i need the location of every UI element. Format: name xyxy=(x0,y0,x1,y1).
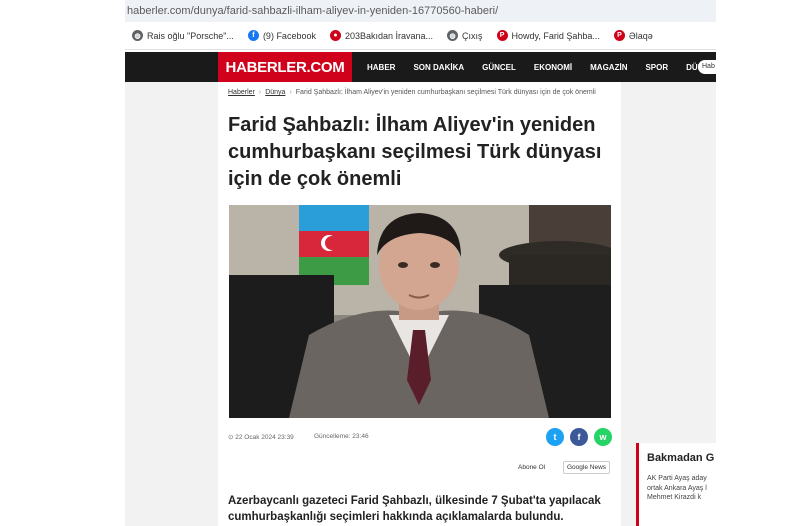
breadcrumb-home[interactable]: Haberler xyxy=(228,89,255,96)
url-text[interactable]: haberler.com/dunya/farid-sahbazli-ilham-… xyxy=(127,5,498,17)
nav-item[interactable]: SPOR xyxy=(636,63,677,72)
whatsapp-icon: w xyxy=(599,432,607,442)
twitter-icon: t xyxy=(553,432,557,442)
sidebar-news-list[interactable]: AK Parti Ayaş aday ortak Ankara Ayaş l M… xyxy=(647,474,707,503)
nav-item[interactable]: GÜNCEL xyxy=(473,63,525,72)
site-logo[interactable]: HABERLER.COM xyxy=(218,52,352,82)
twitter-share-button[interactable]: t xyxy=(546,428,564,446)
bookmark-item[interactable]: P Howdy, Farid Şahba... xyxy=(496,30,600,41)
bookmark-item[interactable]: f (9) Facebook xyxy=(247,30,316,41)
wordpress-icon: P xyxy=(496,30,508,41)
article-container: Haberler › Dünya › Farid Şahbazlı: İlham Ali… xyxy=(218,82,621,526)
update-time: Güncelleme: 23:46 xyxy=(314,433,369,440)
bookmark-label: Rais oğlu "Porsche"... xyxy=(147,30,234,41)
main-nav: HABERSON DAKİKAGÜNCELEKONOMİMAGAZİNSPORD… xyxy=(358,52,716,82)
nav-item[interactable]: HABER xyxy=(358,63,404,72)
globe-icon: ◍ xyxy=(447,30,459,41)
site-header: HABERLER.COM HABER SON DAKİKA GÜNCEL EKONOM… xyxy=(125,52,716,82)
globe-icon: ◍ xyxy=(132,30,143,41)
breadcrumb-current: Farid Şahbazlı: İlham Aliyev'in yeniden … xyxy=(295,89,596,96)
bookmark-item[interactable]: ◍ Rais oğlu "Porsche"... xyxy=(132,30,234,41)
news-icon: ● xyxy=(329,30,341,41)
sidebar-title: Bakmadan G xyxy=(647,452,715,464)
bookmark-label: (9) Facebook xyxy=(262,30,316,41)
article-photo xyxy=(229,205,611,418)
nav-item[interactable]: SON DAKİKA xyxy=(404,63,473,72)
search-input[interactable]: Hab xyxy=(698,60,716,74)
bookmark-item[interactable]: P Əlaqə xyxy=(613,30,653,41)
bookmark-label: 203Bakıdan İravana... xyxy=(344,30,434,41)
sidebar-news-line[interactable]: AK Parti Ayaş aday xyxy=(647,474,707,484)
publish-date: ⊙ 22 Ocak 2024 23:39 xyxy=(228,434,294,441)
wordpress-icon: P xyxy=(613,30,625,41)
address-bar[interactable]: haberler.com/dunya/farid-sahbazli-ilham-… xyxy=(125,0,716,22)
bookmark-label: Howdy, Farid Şahba... xyxy=(511,30,600,41)
article-title: Farid Şahbazlı: İlham Aliyev'in yeniden … xyxy=(228,114,602,190)
whatsapp-share-button[interactable]: w xyxy=(594,428,612,446)
nav-item[interactable]: MAGAZİN xyxy=(581,63,636,72)
breadcrumb: Haberler › Dünya › Farid Şahbazlı: İlham Ali… xyxy=(228,89,596,96)
bookmark-item[interactable]: ● 203Bakıdan İravana... xyxy=(329,30,434,41)
bookmark-item[interactable]: ◍ Çıxış xyxy=(447,30,483,41)
bookmarks-bar: ◍ Rais oğlu "Porsche"... f (9) Facebook ● 203… xyxy=(125,22,716,50)
sidebar-widget: Bakmadan G AK Parti Ayaş aday ortak Anka… xyxy=(636,443,716,526)
facebook-icon: f xyxy=(577,432,581,442)
sidebar-news-line[interactable]: Mehmet Kirazdi k xyxy=(647,493,707,503)
facebook-icon: f xyxy=(247,30,259,41)
google-news-button[interactable]: Google News xyxy=(563,461,611,474)
breadcrumb-category[interactable]: Dünya xyxy=(265,89,285,96)
sidebar-news-line[interactable]: ortak Ankara Ayaş l xyxy=(647,484,707,494)
browser-window: haberler.com/dunya/farid-sahbazli-ilham-… xyxy=(125,0,716,526)
article-lead: Azerbaycanlı gazeteci Farid Şahbazlı, ül… xyxy=(228,495,601,523)
facebook-share-button[interactable]: f xyxy=(570,428,588,446)
nav-item[interactable]: EKONOMİ xyxy=(525,63,581,72)
follow-button[interactable]: Abone Ol xyxy=(515,462,548,474)
bookmark-label: Əlaqə xyxy=(628,30,653,41)
bookmark-label: Çıxış xyxy=(462,30,483,41)
